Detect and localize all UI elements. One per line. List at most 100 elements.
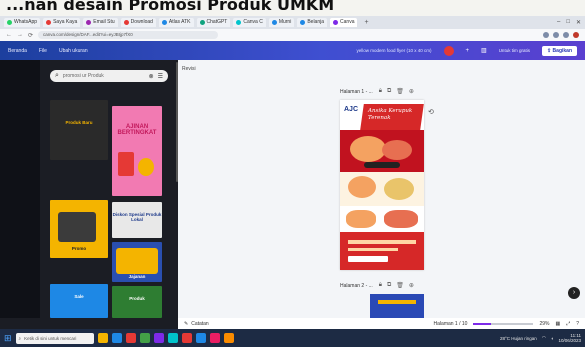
notes-button[interactable]: ✎ Catatan [184,321,209,327]
browser-tab[interactable]: ChatGPT [196,18,231,27]
search-input[interactable]: promosi ur Produk [63,73,145,79]
window-controls: – □ ✕ [557,19,581,26]
template-thumb[interactable]: Diskon Spesial Produk Lokal [112,202,162,238]
tab-favicon-icon [161,20,167,25]
home-link[interactable]: Beranda [8,48,27,54]
poster-title: Ansika Kerupuk Terenak [368,108,413,121]
duplicate-icon[interactable]: ⧉ [387,282,391,289]
taskbar-app-icon[interactable] [167,333,178,343]
lock-icon[interactable]: 🔒︎ [379,88,382,95]
page-2-header: Halaman 2 - ... 🔒︎ ⧉ 🗑︎ ⊕ [340,282,414,289]
new-tab-button[interactable]: + [364,19,368,26]
poster-page[interactable]: AJC Ansika Kerupuk Terenak [340,100,424,270]
template-thumb[interactable]: AJINAN BERTINGKAT [112,106,162,196]
browser-tab[interactable]: Canva [330,18,358,27]
extension-icon[interactable] [543,32,549,38]
add-page-icon[interactable]: ⊕ [409,282,414,289]
minimize-icon[interactable]: – [557,19,560,26]
notes-icon: ✎ [184,320,189,327]
delete-icon[interactable]: 🗑︎ [396,282,404,289]
wifi-icon[interactable]: ◠ [542,335,546,341]
browser-tab[interactable]: Murni [268,18,295,27]
extension-icon[interactable] [553,32,559,38]
poster-page-2[interactable] [370,294,424,318]
weather-status[interactable]: 28°C Hujan ringan [500,336,537,341]
page-tools: 🔒︎ ⧉ 🗑︎ ⊕ [379,282,414,289]
extension-icons [543,32,579,38]
add-page-icon[interactable]: ⊕ [409,88,414,95]
windows-start-icon[interactable]: ⊞ [4,333,12,344]
chart-icon[interactable]: ▥ [481,47,487,54]
delete-icon[interactable]: 🗑︎ [396,88,404,95]
taskbar-app-icon[interactable] [125,333,136,343]
template-thumb[interactable]: Jajanan [112,242,162,282]
template-thumb[interactable]: Promo [50,200,108,258]
zoom-slider[interactable] [473,322,534,325]
template-thumb[interactable]: Sale [50,284,108,318]
taskbar-app-icon[interactable] [111,333,122,343]
taskbar-app-icon[interactable] [223,333,234,343]
taskbar-apps [97,333,234,343]
tab-favicon-icon [7,20,12,25]
forward-icon[interactable]: → [17,32,23,38]
avatar[interactable] [443,45,454,56]
template-thumb[interactable]: Produk Baru [50,100,108,160]
template-label: Produk [129,296,145,301]
lock-icon[interactable]: 🔒︎ [379,282,382,289]
browser-tab[interactable]: Atlas ATK [158,18,194,27]
browser-tab[interactable]: Saya Kaya [43,18,81,27]
page-tools: 🔒︎ ⧉ 🗑︎ ⊕ [379,88,414,95]
page-1-label[interactable]: Halaman 1 - ... [340,89,373,95]
tab-label: Atlas ATK [168,19,191,25]
browser-address-bar: ← → ⟳ canva.com/design/DAF...edit?ui=eyJ… [0,29,585,41]
tab-label: Canva C [243,19,263,25]
refresh-icon[interactable]: ⟲ [428,108,434,116]
file-menu[interactable]: File [39,48,47,54]
template-label: Diskon Spesial Produk Lokal [112,212,162,222]
browser-tab[interactable]: Download [120,18,156,27]
taskbar-app-icon[interactable] [153,333,164,343]
browser-tab[interactable]: Belanja [297,18,328,27]
profile-icon[interactable] [573,32,579,38]
taskbar-app-icon[interactable] [181,333,192,343]
template-thumb[interactable]: Produk [112,286,162,318]
duplicate-icon[interactable]: ⧉ [387,88,391,95]
clear-icon[interactable]: ⊗ [149,73,154,80]
page-count[interactable]: Halaman 1 / 10 [434,321,468,327]
add-user-icon[interactable]: + [466,48,470,54]
extension-icon[interactable] [563,32,569,38]
volume-icon[interactable]: ◖ [551,336,554,341]
browser-tab[interactable]: WhatsApp [4,18,41,27]
page-2-label[interactable]: Halaman 2 - ... [340,283,373,289]
resize-menu[interactable]: Ubah ukuran [59,48,88,54]
taskbar-app-icon[interactable] [195,333,206,343]
taskbar-app-icon[interactable] [97,333,108,343]
taskbar-search[interactable]: ⌕ Ketik di sini untuk mencari [15,332,94,344]
close-icon[interactable]: ✕ [576,19,581,26]
design-title[interactable]: yellow modern food flyer (10 x 40 cm) [356,48,431,53]
poster-brand: AJC [344,106,359,113]
filter-icon[interactable]: ☰ [158,73,163,80]
zoom-level[interactable]: 29% [539,321,549,327]
help-icon[interactable]: ? [576,321,579,327]
reload-icon[interactable]: ⟳ [28,32,33,39]
browser-tab[interactable]: Canva C [233,18,266,27]
back-icon[interactable]: ← [6,32,12,38]
share-button[interactable]: ⇪ Bagikan [541,45,577,56]
share-label: Bagikan [552,47,572,54]
url-field[interactable]: canva.com/design/DAF...edit?ui=eyJBIjp7f… [38,31,219,39]
grid-view-icon[interactable]: ▦ [555,321,560,327]
taskbar-app-icon[interactable] [209,333,220,343]
tab-label: ChatGPT [206,19,228,25]
taskbar-app-icon[interactable] [139,333,150,343]
clock[interactable]: 11:11 10/06/2023 [558,333,581,343]
tab-favicon-icon [236,20,242,25]
maximize-icon[interactable]: □ [566,19,570,26]
scroll-down-button[interactable]: › [568,287,580,299]
template-search[interactable]: ⌕ promosi ur Produk ⊗ ☰ [50,70,168,82]
side-icon-rail [0,60,40,318]
fullscreen-icon[interactable]: ⤢ [566,321,570,327]
tab-label: Download [130,19,153,25]
browser-tab[interactable]: Email Stu [83,18,118,27]
team-badge[interactable]: Untuk tim gratis [499,48,530,53]
